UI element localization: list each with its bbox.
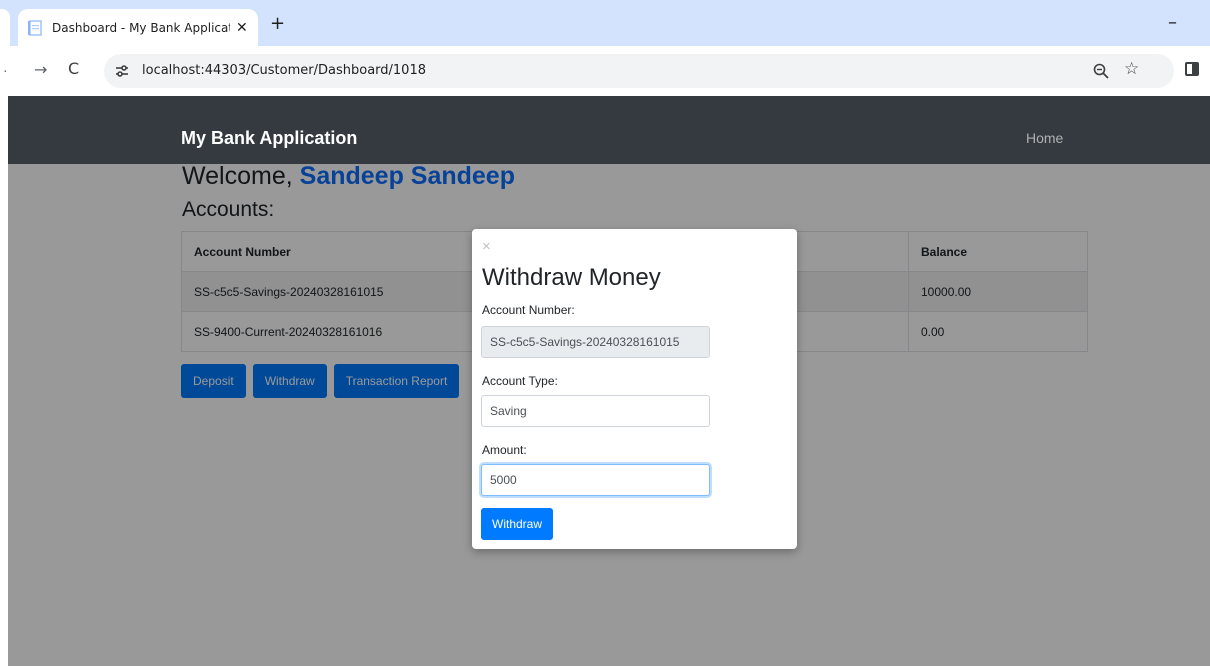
url-text[interactable]: localhost:44303/Customer/Dashboard/1018 (142, 63, 426, 78)
account-type-label: Account Type: (482, 374, 558, 388)
new-tab-icon[interactable]: + (270, 14, 285, 34)
amount-label: Amount: (482, 443, 527, 457)
side-panel-icon[interactable] (1185, 62, 1199, 76)
close-tab-icon[interactable]: ✕ (236, 20, 248, 36)
account-type-field[interactable] (481, 395, 710, 427)
previous-tab-edge[interactable] (0, 9, 10, 46)
address-bar[interactable]: localhost:44303/Customer/Dashboard/1018 … (104, 54, 1174, 88)
page-favicon-icon (28, 19, 42, 36)
reload-button-icon[interactable]: C (68, 59, 79, 78)
zoom-icon[interactable] (1092, 62, 1110, 80)
site-info-icon[interactable] (114, 63, 130, 79)
navbar-brand[interactable]: My Bank Application (181, 128, 357, 149)
withdraw-submit-button[interactable]: Withdraw (481, 508, 554, 540)
account-number-field[interactable] (481, 326, 710, 358)
close-icon[interactable]: × (482, 239, 491, 254)
bookmark-star-icon[interactable]: ☆ (1124, 59, 1139, 79)
site-navbar: My Bank Application Home (8, 96, 1210, 164)
browser-tabstrip: Dashboard - My Bank Applicati ✕ + – (0, 0, 1210, 46)
browser-toolbar: · → C localhost:44303/Customer/Dashboard… (0, 46, 1210, 96)
browser-tab-active[interactable]: Dashboard - My Bank Applicati ✕ (18, 9, 258, 46)
forward-button-icon[interactable]: → (34, 60, 47, 79)
account-number-label: Account Number: (482, 303, 575, 317)
back-button-icon[interactable]: · (3, 62, 8, 78)
minimize-window-icon[interactable]: – (1168, 12, 1177, 33)
amount-field[interactable] (481, 464, 710, 496)
withdraw-modal: × Withdraw Money Account Number: Account… (472, 229, 797, 549)
modal-title: Withdraw Money (482, 264, 661, 291)
nav-link-home[interactable]: Home (1026, 130, 1063, 146)
browser-tab-title: Dashboard - My Bank Applicati (52, 20, 230, 35)
